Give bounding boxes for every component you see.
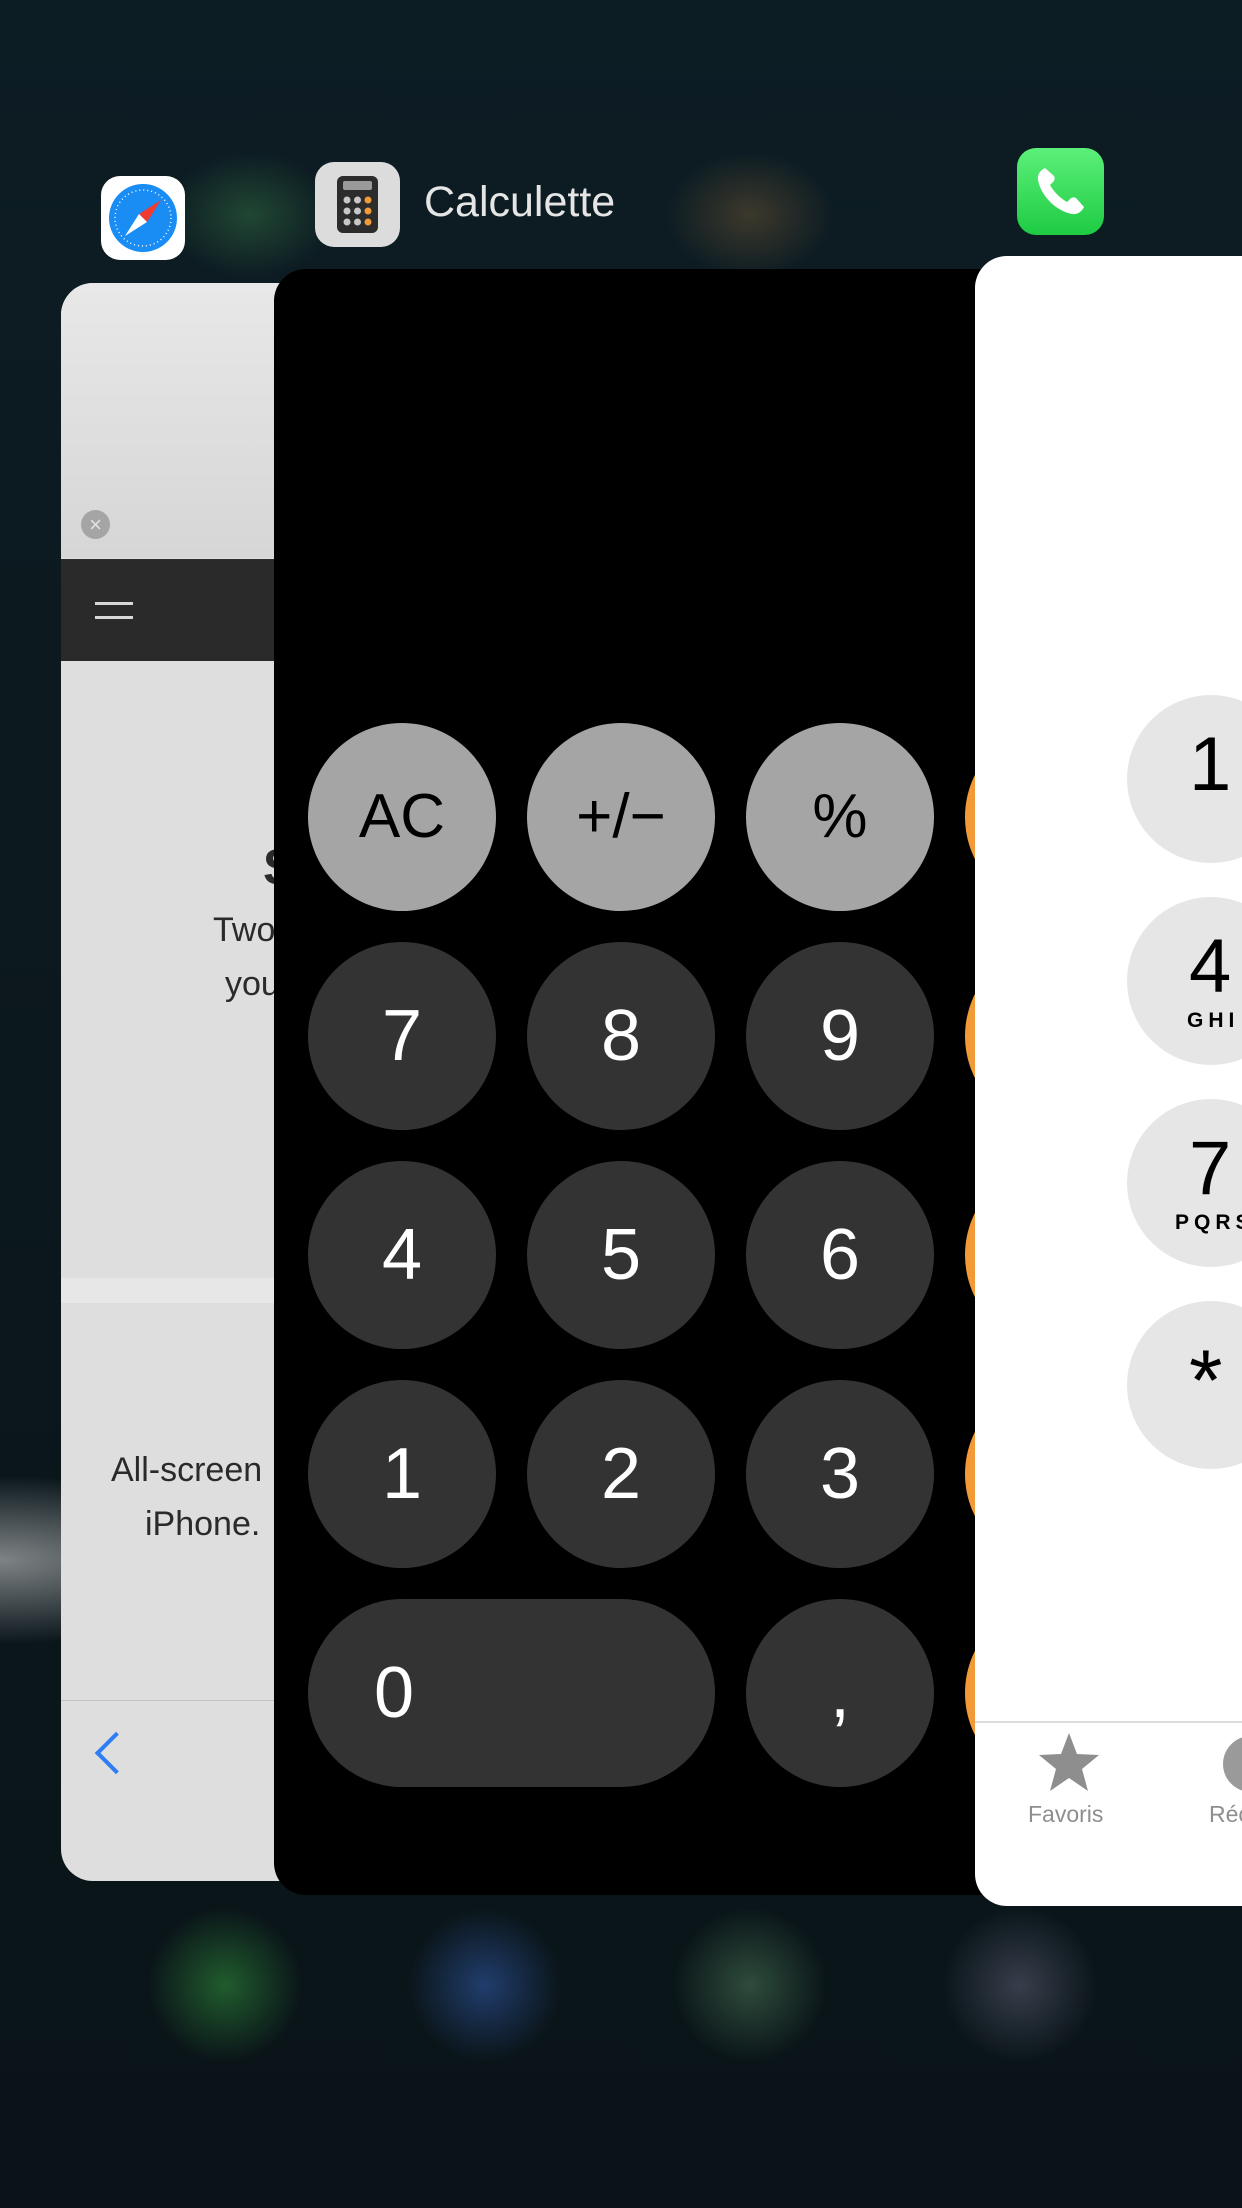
phone-app-icon[interactable] bbox=[1017, 148, 1104, 235]
digit-3-button[interactable]: 3 bbox=[746, 1380, 934, 1568]
menu-icon[interactable] bbox=[95, 602, 133, 622]
digit-7-button[interactable]: 7 bbox=[308, 942, 496, 1130]
calculator-app-card[interactable]: AC +/− % 7 8 9 4 5 6 1 2 3 0 , bbox=[274, 269, 1034, 1895]
keypad-digit: 1 bbox=[1189, 722, 1232, 807]
star-icon[interactable] bbox=[1037, 1731, 1101, 1795]
digit-1-button[interactable]: 1 bbox=[308, 1380, 496, 1568]
percent-button[interactable]: % bbox=[746, 723, 934, 911]
safari-app-icon[interactable] bbox=[101, 176, 185, 260]
digit-6-button[interactable]: 6 bbox=[746, 1161, 934, 1349]
tab-favorites[interactable]: Favoris bbox=[1028, 1801, 1103, 1828]
digit-8-button[interactable]: 8 bbox=[527, 942, 715, 1130]
decimal-comma-button[interactable]: , bbox=[746, 1599, 934, 1787]
website-text-line: Two bbox=[213, 911, 276, 949]
tab-bar-divider bbox=[975, 1721, 1242, 1723]
website-text-line: iPhone. bbox=[145, 1505, 261, 1543]
active-app-title: Calculette bbox=[424, 178, 616, 226]
plus-minus-button[interactable]: +/− bbox=[527, 723, 715, 911]
digit-2-button[interactable]: 2 bbox=[527, 1380, 715, 1568]
keypad-letters: GHI bbox=[1187, 1009, 1240, 1032]
keypad-letters: PQRS bbox=[1175, 1211, 1242, 1234]
keypad-digit: 4 bbox=[1189, 924, 1232, 1009]
website-text-line: you bbox=[225, 965, 280, 1003]
close-icon[interactable]: × bbox=[81, 510, 110, 539]
keypad-star-button[interactable]: * bbox=[1127, 1301, 1242, 1469]
digit-4-button[interactable]: 4 bbox=[308, 1161, 496, 1349]
keypad-digit: 7 bbox=[1189, 1126, 1232, 1211]
back-chevron-icon[interactable] bbox=[94, 1731, 138, 1775]
digit-9-button[interactable]: 9 bbox=[746, 942, 934, 1130]
phone-app-card[interactable]: 1 4 GHI 7 PQRS * Favoris Réc bbox=[975, 256, 1242, 1906]
clear-button[interactable]: AC bbox=[308, 723, 496, 911]
calculator-app-icon[interactable] bbox=[315, 162, 400, 247]
keypad-symbol: * bbox=[1189, 1333, 1223, 1429]
website-text-line: All-screen bbox=[111, 1451, 263, 1489]
keypad-4-button[interactable]: 4 GHI bbox=[1127, 897, 1242, 1065]
tab-recents[interactable]: Réc bbox=[1209, 1801, 1242, 1828]
digit-5-button[interactable]: 5 bbox=[527, 1161, 715, 1349]
keypad-7-button[interactable]: 7 PQRS bbox=[1127, 1099, 1242, 1267]
digit-0-button[interactable]: 0 bbox=[308, 1599, 715, 1787]
keypad-1-button[interactable]: 1 bbox=[1127, 695, 1242, 863]
clock-icon[interactable] bbox=[1223, 1736, 1242, 1792]
